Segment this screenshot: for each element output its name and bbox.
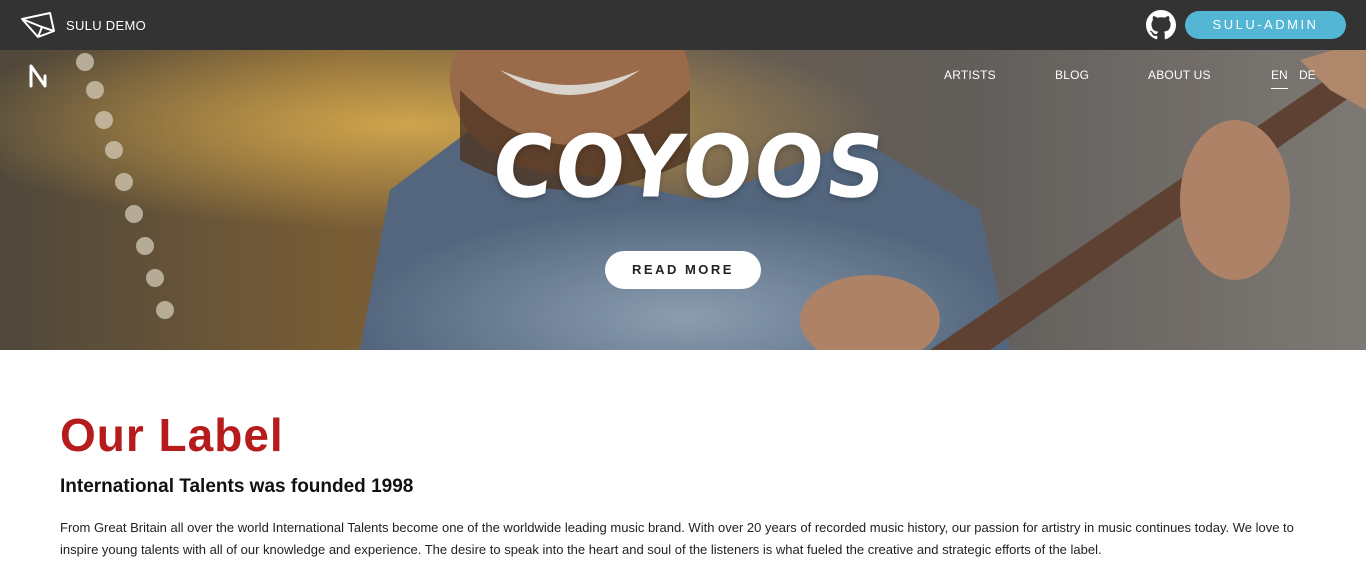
hero-banner: ARTISTS BLOG ABOUT US EN DE COYOOS READ … <box>0 50 1366 350</box>
nav-item-blog[interactable]: BLOG <box>1055 68 1089 82</box>
github-icon[interactable] <box>1146 10 1176 40</box>
nav-item-about-us[interactable]: ABOUT US <box>1148 68 1211 82</box>
paper-plane-icon[interactable] <box>20 11 56 39</box>
nav-item-artists[interactable]: ARTISTS <box>944 68 996 82</box>
hero-title: COYOOS <box>487 117 893 218</box>
demo-topbar: SULU DEMO SULU-ADMIN <box>0 0 1366 50</box>
page-heading: Our Label <box>60 409 284 461</box>
language-en[interactable]: EN <box>1271 68 1288 89</box>
demo-title[interactable]: SULU DEMO <box>66 18 146 33</box>
sulu-admin-button[interactable]: SULU-ADMIN <box>1185 11 1346 39</box>
label-description: From Great Britain all over the world In… <box>60 520 1294 557</box>
page-subheading: International Talents was founded 1998 <box>60 476 414 497</box>
read-more-button[interactable]: READ MORE <box>605 251 761 289</box>
language-de[interactable]: DE <box>1299 68 1316 82</box>
brand-logo-icon[interactable] <box>28 62 50 90</box>
